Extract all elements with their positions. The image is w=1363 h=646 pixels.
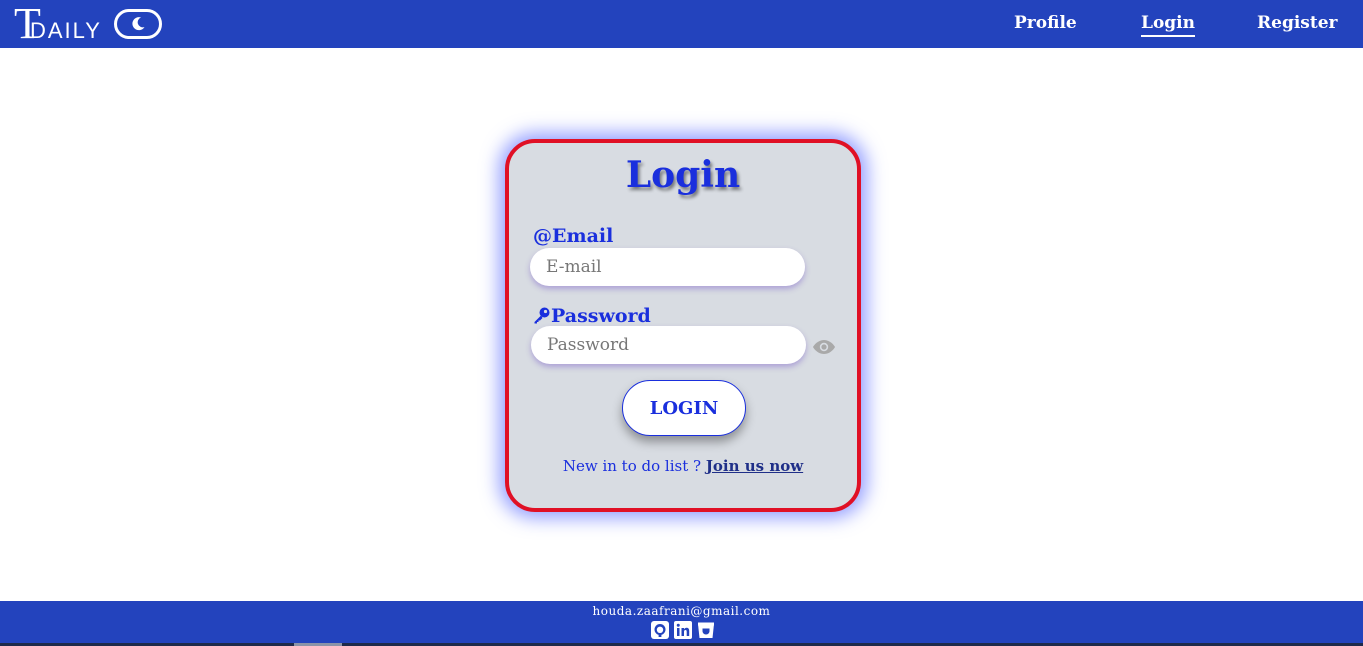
- eye-icon[interactable]: [812, 339, 836, 359]
- moon-icon: [132, 17, 145, 31]
- footer-email: houda.zaafrani@gmail.com: [592, 604, 771, 618]
- nav-profile-link[interactable]: Profile: [1014, 12, 1077, 34]
- login-card: Login @Email Password LOGIN New in to do…: [505, 139, 861, 512]
- footer-social-icons: [651, 621, 715, 639]
- join-row: New in to do list ? Join us now: [509, 456, 857, 476]
- footer: houda.zaafrani@gmail.com: [0, 601, 1363, 646]
- portfolio-icon[interactable]: [697, 621, 715, 639]
- email-input[interactable]: [530, 248, 805, 286]
- nav-register-link[interactable]: Register: [1257, 12, 1337, 34]
- password-input[interactable]: [531, 326, 806, 364]
- theme-toggle[interactable]: [114, 9, 162, 39]
- join-link[interactable]: Join us now: [706, 457, 803, 475]
- password-label: Password: [551, 305, 651, 327]
- linkedin-icon[interactable]: [674, 621, 692, 639]
- github-icon[interactable]: [651, 621, 669, 639]
- login-title: Login: [625, 154, 741, 196]
- navbar: T DAILY Profile Login Register: [0, 0, 1363, 48]
- email-label: @Email: [533, 225, 614, 247]
- nav-login-link[interactable]: Login: [1141, 12, 1195, 37]
- login-button[interactable]: LOGIN: [622, 380, 746, 436]
- logo-word: DAILY: [30, 18, 102, 43]
- join-prompt: New in to do list ?: [562, 457, 702, 475]
